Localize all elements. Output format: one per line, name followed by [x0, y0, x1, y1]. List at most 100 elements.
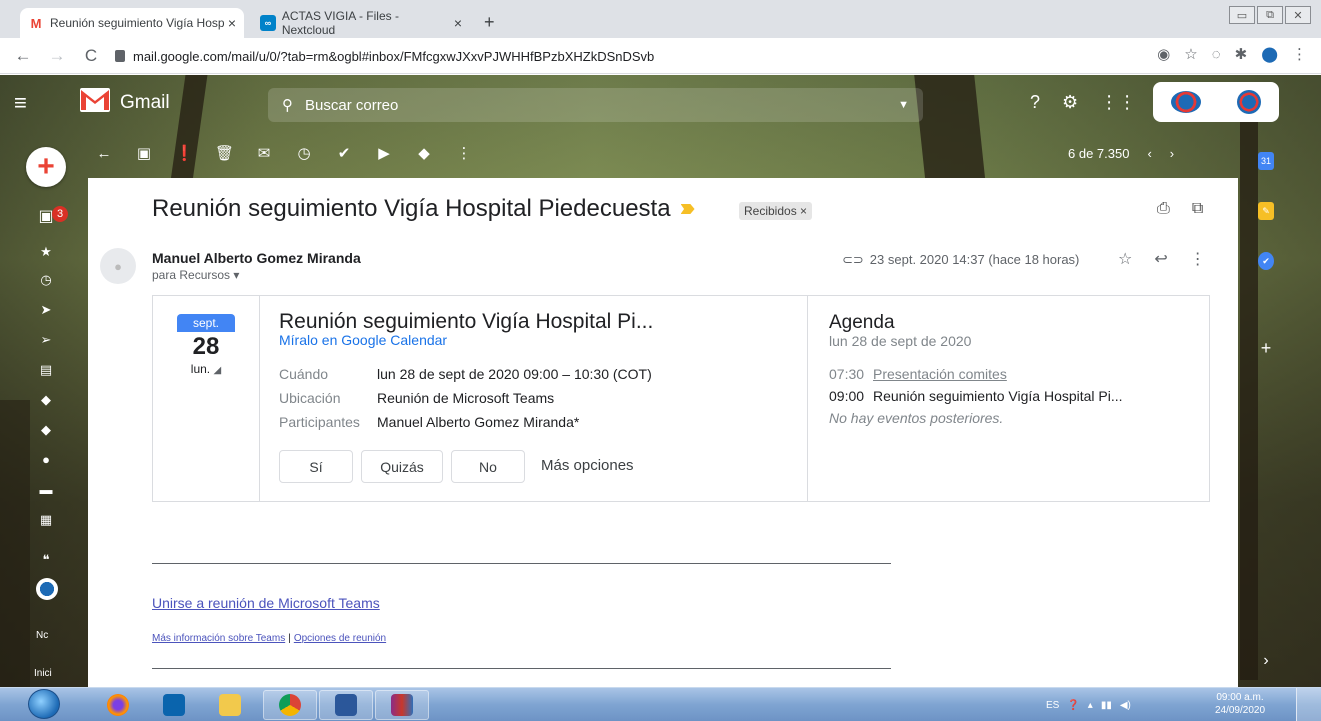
side-calendar-icon[interactable]: 31	[1248, 150, 1284, 172]
taskbar-firefox[interactable]	[91, 690, 145, 720]
message-pager: 6 de 7.350 ‹ ›	[1068, 146, 1174, 161]
eye-icon[interactable]: ◉	[1157, 45, 1170, 63]
print-icon[interactable]: ⎙	[1157, 200, 1170, 218]
bookmark-star-icon[interactable]: ☆	[1184, 45, 1197, 63]
forward-icon[interactable]: →	[46, 46, 68, 66]
organization-logo-icon	[1171, 91, 1201, 113]
mark-unread-icon[interactable]: ✉	[255, 144, 273, 162]
star-icon[interactable]: ☆	[1118, 249, 1132, 269]
rsvp-maybe-button[interactable]: Quizás	[361, 450, 443, 483]
add-addon-icon[interactable]: +	[1248, 337, 1284, 359]
taskbar-outlook[interactable]	[147, 690, 201, 720]
agenda-no-more-events: No hay eventos posteriores.	[829, 410, 1004, 426]
agenda-event-link[interactable]: Presentación comites	[873, 366, 1007, 382]
taskbar-chrome[interactable]	[263, 690, 317, 720]
network-icon[interactable]: ▮▮	[1101, 700, 1112, 711]
settings-gear-icon[interactable]: ⚙	[1062, 92, 1078, 113]
meeting-options-link[interactable]: Opciones de reunión	[294, 633, 386, 644]
tab-close-icon[interactable]: ×	[454, 15, 462, 31]
move-to-icon[interactable]: ▶	[375, 144, 393, 162]
user-avatar-icon[interactable]	[36, 578, 58, 600]
next-message-icon[interactable]: ›	[1170, 146, 1174, 161]
taskbar-winrar[interactable]	[375, 690, 429, 720]
important-icon[interactable]: ➤	[36, 302, 56, 318]
starred-icon[interactable]: ★	[36, 244, 56, 260]
agenda-item: 07:30 Presentación comites	[829, 366, 1007, 382]
back-to-inbox-icon[interactable]: ←	[95, 145, 113, 162]
tab-gmail[interactable]: M Reunión seguimiento Vigía Hosp ×	[20, 8, 244, 38]
calendar-icon[interactable]: ▦	[36, 512, 56, 528]
add-task-icon[interactable]: ✔	[335, 144, 353, 162]
archive-icon[interactable]: ▣	[135, 144, 153, 162]
system-tray: ES ❓ ▴ ▮▮ ◀)	[1046, 700, 1131, 711]
search-mail-input[interactable]: ⚲ Buscar correo ▼	[268, 88, 923, 122]
reply-icon[interactable]: ↩	[1154, 249, 1167, 269]
sent-icon[interactable]: ➢	[36, 332, 56, 348]
sender-name[interactable]: Manuel Alberto Gomez Miranda	[152, 250, 361, 266]
help-icon[interactable]: ?	[1030, 92, 1040, 113]
taskbar-clock[interactable]: 09:00 a.m. 24/09/2020	[1205, 691, 1275, 717]
browser-toolbar: ← → C mail.google.com/mail/u/0/?tab=rm&o…	[0, 38, 1321, 74]
account-switcher[interactable]	[1153, 82, 1279, 122]
inbox-label-chip[interactable]: Recibidos ×	[739, 202, 813, 220]
view-in-calendar-link[interactable]: Míralo en Google Calendar	[279, 332, 447, 348]
delete-icon[interactable]: 🗑	[215, 144, 234, 162]
start-button[interactable]	[28, 689, 60, 719]
rsvp-no-button[interactable]: No	[451, 450, 525, 483]
taskbar-explorer[interactable]	[203, 690, 257, 720]
reload-icon[interactable]: C	[80, 46, 102, 66]
side-tasks-icon[interactable]: ✔	[1248, 250, 1284, 272]
snooze-icon[interactable]: ◷	[295, 144, 313, 162]
maximize-icon[interactable]: ⧉	[1257, 6, 1283, 24]
side-keep-icon[interactable]: ✎	[1248, 200, 1284, 222]
more-options-icon[interactable]: ⋮	[1190, 249, 1206, 269]
tab-close-icon[interactable]: ×	[228, 15, 236, 31]
hangouts-icon[interactable]: ❝	[36, 552, 56, 568]
minimize-icon[interactable]: ▭	[1229, 6, 1255, 24]
label-icon[interactable]: ◆	[36, 392, 56, 408]
report-spam-icon[interactable]: ❗	[175, 144, 194, 162]
compose-button[interactable]: +	[26, 147, 66, 187]
account-avatar-icon[interactable]	[1237, 90, 1261, 114]
labels-icon[interactable]: ◆	[415, 144, 433, 162]
extensions-icon[interactable]: ✱	[1235, 45, 1248, 63]
expand-side-panel-icon[interactable]: ›	[1248, 650, 1284, 672]
snoozed-icon[interactable]: ◷	[36, 272, 56, 288]
tab-nextcloud[interactable]: ∞ ACTAS VIGIA - Files - Nextcloud ×	[252, 8, 470, 38]
help-tray-icon[interactable]: ❓	[1067, 700, 1079, 711]
address-bar[interactable]: mail.google.com/mail/u/0/?tab=rm&ogbl#in…	[115, 42, 975, 70]
recipients-toggle[interactable]: para Recursos ▾	[152, 268, 239, 282]
menu-dots-icon[interactable]: ⋮	[1292, 45, 1307, 63]
more-options-button[interactable]: Más opciones	[541, 457, 634, 474]
search-icon[interactable]: ⚲	[282, 96, 293, 114]
video-icon[interactable]: ▬	[36, 482, 56, 497]
header-icons: ? ⚙ ⋮⋮	[1030, 92, 1136, 113]
teams-info-link[interactable]: Más información sobre Teams	[152, 633, 285, 644]
pager-count: 6 de 7.350	[1068, 146, 1130, 161]
meet-icon[interactable]: ●	[36, 452, 56, 467]
more-actions-icon[interactable]: ⋮	[455, 144, 473, 162]
volume-icon[interactable]: ◀)	[1120, 700, 1131, 711]
apps-grid-icon[interactable]: ⋮⋮	[1100, 92, 1136, 113]
close-window-icon[interactable]: ✕	[1285, 6, 1311, 24]
label-icon[interactable]: ◆	[36, 422, 56, 438]
divider	[259, 296, 260, 501]
drafts-icon[interactable]: ▤	[36, 362, 56, 378]
tab-label: Reunión seguimiento Vigía Hosp	[50, 16, 225, 30]
taskbar-word[interactable]	[319, 690, 373, 720]
search-options-icon[interactable]: ▼	[898, 99, 909, 111]
new-tab-button[interactable]: +	[484, 12, 495, 33]
tray-expand-icon[interactable]: ▴	[1088, 700, 1093, 711]
previous-message-icon[interactable]: ‹	[1147, 146, 1151, 161]
show-desktop-button[interactable]	[1296, 688, 1321, 721]
language-indicator[interactable]: ES	[1046, 700, 1059, 711]
back-icon[interactable]: ←	[12, 46, 34, 66]
main-menu-icon[interactable]: ≡	[14, 90, 27, 116]
clock-time: 09:00 a.m.	[1216, 692, 1264, 703]
open-new-window-icon[interactable]: ⧉	[1192, 200, 1203, 218]
important-marker-icon[interactable]	[680, 204, 695, 214]
pocket-icon[interactable]: ◌	[1212, 46, 1221, 63]
rsvp-yes-button[interactable]: Sí	[279, 450, 353, 483]
profile-icon[interactable]: ⬤	[1261, 45, 1278, 63]
join-teams-link[interactable]: Unirse a reunión de Microsoft Teams	[152, 595, 380, 611]
